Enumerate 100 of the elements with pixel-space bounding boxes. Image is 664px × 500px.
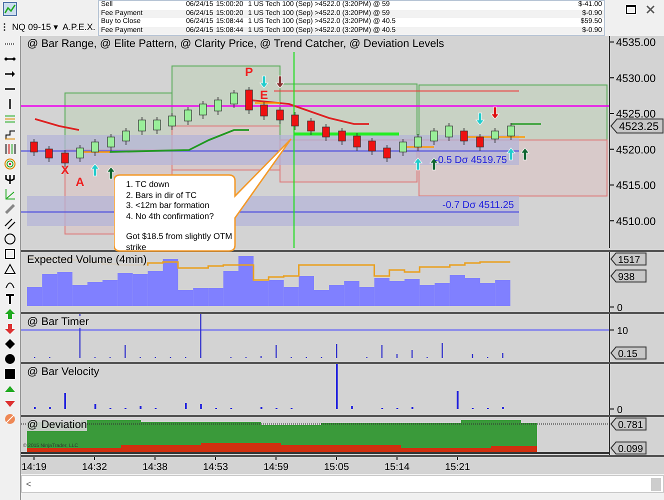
candlestick xyxy=(445,122,453,142)
value-tag: 0.15 xyxy=(610,346,646,360)
velocity-bar xyxy=(336,364,338,409)
velocity-bar xyxy=(184,403,187,409)
circle-icon[interactable] xyxy=(4,233,16,245)
arrow-up-icon xyxy=(90,164,100,176)
instrument-selector[interactable]: NQ 09-15 ▾ xyxy=(12,22,59,32)
candlestick xyxy=(245,86,253,114)
time-label: 15:05 xyxy=(324,462,349,473)
note-line: 1. TC down xyxy=(126,179,170,190)
time-label: 14:38 xyxy=(142,462,168,473)
note-line: 3. <12m bar formation xyxy=(126,200,210,210)
velocity-bar xyxy=(456,391,459,409)
trident-icon[interactable] xyxy=(4,173,16,185)
arrow-up-icon xyxy=(106,166,116,180)
arrow-up-icon xyxy=(520,148,530,160)
candlestick xyxy=(45,146,53,162)
filled-square-icon[interactable] xyxy=(4,368,16,380)
volume-bar xyxy=(420,285,435,306)
candlestick xyxy=(399,138,407,156)
price-label: 4535.00 xyxy=(616,37,656,49)
volume-bar xyxy=(328,285,344,306)
value-tag: 0.099 xyxy=(610,442,646,455)
grip-icon xyxy=(3,22,6,32)
signal-line xyxy=(510,123,541,125)
candlestick xyxy=(307,118,315,136)
candlestick xyxy=(122,128,130,146)
volume-bar xyxy=(148,271,163,306)
price-label: 4510.00 xyxy=(616,216,656,228)
signal-letter: E xyxy=(260,88,268,102)
arrow-down-icon xyxy=(475,112,485,126)
text-tool-icon[interactable] xyxy=(4,293,16,305)
axis-label: 0 xyxy=(616,303,623,312)
value-tag: 0.781 xyxy=(610,418,646,431)
candlestick xyxy=(383,144,391,162)
signal-letter: X xyxy=(60,163,69,177)
price-label: 4530.00 xyxy=(616,72,656,85)
volume-bar xyxy=(450,275,465,306)
arrow-up-icon xyxy=(506,148,516,160)
double-line-icon[interactable] xyxy=(4,218,16,230)
template-name: A.P.E.X. xyxy=(62,22,96,32)
candlestick xyxy=(322,124,330,142)
candlestick xyxy=(138,116,146,136)
time-label: 15:14 xyxy=(384,462,410,473)
scroll-thumb[interactable] xyxy=(651,478,661,490)
candlestick xyxy=(153,116,161,134)
arrow-right-icon[interactable] xyxy=(4,68,16,80)
price-label: 4515.00 xyxy=(616,180,656,192)
volume-bar xyxy=(193,288,208,306)
volume-bar xyxy=(268,280,284,306)
diamond-icon[interactable] xyxy=(4,338,16,350)
candlestick xyxy=(230,90,238,108)
panel-title: @ Bar Velocity xyxy=(26,366,100,378)
candlestick xyxy=(460,128,468,146)
volume-bar xyxy=(495,280,510,306)
volume-bar xyxy=(344,281,360,306)
signal-line xyxy=(254,102,280,104)
candlestick xyxy=(184,106,192,126)
candlestick xyxy=(491,128,499,144)
signal-letter: P xyxy=(244,65,253,79)
volume-bar xyxy=(480,283,496,306)
arrow-up-icon xyxy=(413,158,423,170)
square-icon[interactable] xyxy=(4,248,16,260)
candlestick xyxy=(368,138,376,156)
signal-letter: A xyxy=(76,175,84,189)
candlestick xyxy=(61,150,69,168)
note-line: 2. Bars in dir of TC xyxy=(126,190,198,200)
note-remark: Got $18.5 from slightly OTM strike xyxy=(126,231,234,252)
panel-title: @ Bar Timer xyxy=(26,316,89,328)
note-line: 4. No 4th confirmation? xyxy=(126,210,215,221)
arrow-down-icon xyxy=(259,76,269,88)
chart-icon xyxy=(3,2,17,16)
value-tag: 938 xyxy=(610,270,646,283)
step-chart-icon[interactable] xyxy=(4,128,16,140)
candlestick xyxy=(199,100,207,120)
candlestick xyxy=(214,96,222,116)
volume-bar xyxy=(404,279,420,306)
arrow-down-icon[interactable] xyxy=(4,323,16,335)
vertical-bars-icon[interactable] xyxy=(4,143,16,155)
triangle-icon[interactable] xyxy=(4,263,16,275)
time-label: 14:19 xyxy=(21,462,46,473)
price-label: 4520.00 xyxy=(616,144,656,156)
panel-title: @ Deviation xyxy=(26,419,88,431)
candlestick xyxy=(76,144,84,162)
trend-line xyxy=(34,118,80,131)
dot-icon[interactable] xyxy=(4,353,16,365)
volume-bar xyxy=(118,273,133,306)
arrow-down-icon xyxy=(275,76,285,88)
close-icon[interactable] xyxy=(646,4,655,14)
scroll-left-button[interactable]: < xyxy=(22,479,36,489)
maximize-icon[interactable] xyxy=(626,4,636,14)
price-tag: 4523.25 xyxy=(610,118,664,134)
time-label: 14:59 xyxy=(263,462,288,473)
value-tag: 1517 xyxy=(610,252,646,266)
candlestick xyxy=(414,134,422,152)
candlestick xyxy=(291,112,299,130)
candlestick xyxy=(430,128,438,146)
candlestick xyxy=(353,132,361,152)
horizontal-scrollbar[interactable]: < xyxy=(20,475,664,493)
candlestick xyxy=(276,106,284,124)
